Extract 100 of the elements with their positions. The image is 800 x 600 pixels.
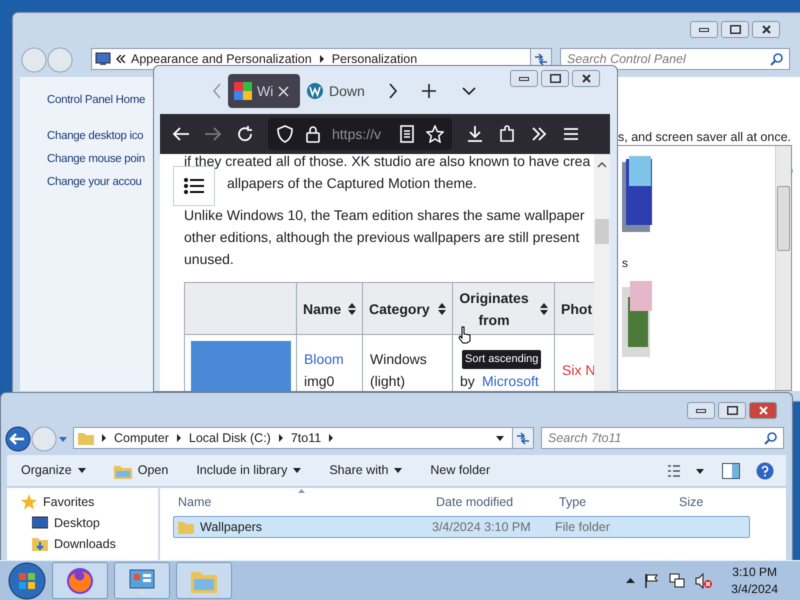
plus-icon[interactable] (422, 84, 436, 98)
sort-caret-icon (298, 489, 305, 493)
browser-tab[interactable]: Wi (228, 74, 300, 108)
link[interactable]: Microsoft (482, 373, 539, 389)
tooltip: Sort ascending (462, 350, 542, 368)
url-bar[interactable]: https://v (268, 118, 452, 150)
breadcrumb-item[interactable]: Appearance and Personalization (131, 50, 312, 68)
sort-icon (348, 302, 356, 314)
toolbar-button[interactable]: Organize (19, 458, 88, 482)
folder-icon (178, 520, 194, 534)
search-field[interactable]: Search 7to11 (541, 427, 784, 449)
start-orb-icon[interactable] (8, 562, 46, 600)
maximize-icon (730, 25, 740, 34)
toolbar-button[interactable]: Include in library (194, 458, 304, 482)
cell-text: by (460, 373, 475, 389)
theme-label: s (622, 255, 628, 272)
colorful-tab-icon (234, 82, 252, 100)
nav-item[interactable]: Favorites (43, 493, 94, 512)
search-placeholder: Search 7to11 (548, 430, 622, 447)
table-cell-text: File folder (555, 518, 611, 536)
paragraph-line: allpapers of the Captured Motion theme. (227, 174, 477, 193)
chevron-icon (100, 434, 108, 442)
browser-tab[interactable]: Down (300, 74, 380, 108)
reload-icon[interactable] (236, 125, 254, 143)
reader-view-icon[interactable] (398, 125, 416, 143)
column-header[interactable]: Date modified (436, 493, 514, 512)
sidebar-link[interactable]: Change your accou (47, 174, 142, 192)
column-header[interactable]: Size (679, 493, 704, 512)
toolbar-button[interactable]: Share with (327, 458, 404, 482)
breadcrumb-item[interactable]: Local Disk (C:) (188, 428, 271, 448)
toolbar-button[interactable]: New folder (428, 458, 492, 482)
column-header[interactable]: Category (363, 283, 453, 335)
sidebar-link[interactable]: Control Panel Home (47, 92, 146, 110)
help-icon[interactable] (756, 462, 774, 480)
column-header[interactable]: Originates from (453, 283, 555, 335)
close-button[interactable] (572, 70, 600, 87)
muted-speaker-icon[interactable] (695, 572, 714, 588)
lock-icon[interactable] (304, 125, 322, 143)
back-arrow-icon[interactable] (172, 125, 190, 143)
breadcrumb-item[interactable]: Personalization (332, 50, 418, 68)
scrollbar[interactable] (775, 146, 791, 390)
minimize-button[interactable] (687, 402, 715, 419)
scrollbar[interactable] (594, 154, 610, 391)
sidebar-link[interactable]: Change desktop ico (47, 128, 144, 146)
nav-item[interactable]: Desktop (54, 514, 100, 533)
forward-arrow-icon[interactable] (204, 125, 222, 143)
scrollbar-thumb[interactable] (595, 219, 609, 244)
shield-icon[interactable] (276, 125, 294, 143)
view-options-icon[interactable] (668, 464, 706, 478)
download-icon[interactable] (466, 125, 484, 143)
taskbar-button[interactable] (114, 562, 170, 599)
link[interactable]: Bloom (304, 351, 344, 367)
menu-icon[interactable] (562, 125, 580, 143)
scrollbar-thumb[interactable] (777, 186, 790, 251)
column-header[interactable]: Type (559, 493, 586, 512)
close-icon[interactable] (278, 86, 290, 96)
tab-title: Down (329, 82, 365, 100)
minimize-button[interactable] (510, 70, 538, 87)
up-arrow-icon[interactable] (626, 578, 636, 583)
maximize-button[interactable] (718, 402, 746, 419)
close-icon (762, 25, 770, 34)
chevron-down-icon[interactable] (462, 86, 476, 96)
breadcrumb-item[interactable]: Computer (114, 428, 169, 448)
cell-text: Windows (370, 351, 427, 367)
cell-text: (light) (370, 373, 406, 389)
puzzle-icon[interactable] (498, 125, 516, 143)
link[interactable]: Six N (562, 362, 594, 378)
double-chevron-icon[interactable] (530, 125, 548, 143)
close-button[interactable] (749, 402, 777, 419)
preview-pane-icon[interactable] (722, 462, 740, 478)
dropdown-icon[interactable] (59, 436, 67, 442)
monitor-icon (95, 52, 111, 66)
folder-icon (78, 431, 94, 445)
clock[interactable]: 3:10 PM 3/4/2024 (731, 564, 778, 598)
column-header[interactable]: Name (297, 283, 363, 335)
toolbar-button[interactable]: Open (112, 458, 170, 482)
maximize-button[interactable] (541, 70, 569, 87)
chevron-right-icon[interactable] (388, 83, 398, 99)
refresh-icon[interactable] (512, 427, 534, 449)
maximize-button[interactable] (721, 21, 749, 38)
minimize-icon (696, 408, 706, 412)
flag-icon[interactable] (645, 574, 660, 588)
breadcrumb-item[interactable]: 7to11 (290, 428, 322, 448)
nav-item[interactable]: Downloads (54, 535, 116, 554)
close-button[interactable] (752, 21, 780, 38)
chevron-icon (318, 55, 326, 63)
w-logo-icon (306, 82, 324, 100)
sidebar-link[interactable]: Change mouse poin (47, 151, 145, 168)
column-header[interactable]: Name (178, 493, 212, 512)
taskbar-button[interactable] (52, 562, 108, 599)
address-bar[interactable]: Computer Local Disk (C:) 7to11 (73, 427, 513, 449)
minimize-button[interactable] (690, 21, 718, 38)
column-header[interactable]: Phot (555, 283, 594, 335)
dropdown-icon (496, 436, 504, 440)
search-field[interactable]: Search Control Panel (560, 48, 790, 70)
search-icon (764, 432, 777, 444)
file-row[interactable]: Wallpapers 3/4/2024 3:10 PM File folder (173, 516, 750, 538)
close-icon (758, 406, 768, 415)
star-icon[interactable] (426, 125, 444, 143)
network-icon[interactable] (669, 572, 686, 588)
